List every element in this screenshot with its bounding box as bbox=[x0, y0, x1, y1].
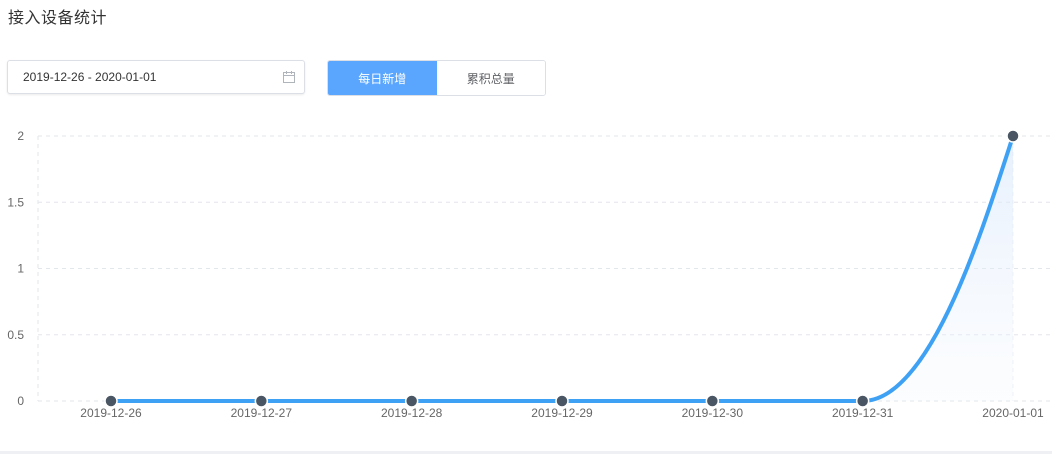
x-tick-label: 2019-12-30 bbox=[682, 406, 744, 420]
x-tick-label: 2019-12-27 bbox=[231, 406, 293, 420]
x-tick-label: 2019-12-29 bbox=[531, 406, 593, 420]
y-tick-label: 2 bbox=[17, 129, 24, 143]
data-point bbox=[705, 394, 720, 408]
data-point bbox=[1006, 129, 1020, 143]
x-tick-label: 2019-12-28 bbox=[381, 406, 443, 420]
date-range-picker[interactable]: 2019-12-26 - 2020-01-01 bbox=[7, 60, 305, 94]
device-chart: 0 0.5 1 1.5 2 2019-12-26 2019-12-27 2019-12-28… bbox=[0, 110, 1052, 454]
line-chart: 0 0.5 1 1.5 2 2019-12-26 2019-12-27 2019-12-28… bbox=[7, 129, 1050, 420]
page-title: 接入设备统计 bbox=[8, 10, 108, 27]
data-point bbox=[404, 394, 419, 408]
calendar-icon[interactable] bbox=[282, 70, 296, 84]
chart-grid bbox=[37, 135, 1050, 402]
daily-new-button[interactable]: 每日新增 bbox=[328, 61, 437, 95]
data-point bbox=[104, 394, 118, 408]
x-tick-label: 2019-12-26 bbox=[80, 406, 142, 420]
y-tick-label: 0 bbox=[17, 394, 24, 408]
y-tick-label: 1.5 bbox=[7, 195, 24, 209]
x-tick-label: 2019-12-31 bbox=[832, 406, 894, 420]
y-tick-label: 1 bbox=[17, 262, 24, 276]
y-axis-labels: 0 0.5 1 1.5 2 bbox=[7, 129, 24, 408]
data-point bbox=[855, 394, 870, 408]
data-point bbox=[254, 394, 269, 408]
y-tick-label: 0.5 bbox=[7, 328, 24, 342]
x-axis-labels: 2019-12-26 2019-12-27 2019-12-28 2019-12-29… bbox=[80, 406, 1044, 420]
x-tick-label: 2020-01-01 bbox=[982, 406, 1044, 420]
cumulative-total-button[interactable]: 累积总量 bbox=[436, 61, 545, 95]
date-range-value: 2019-12-26 - 2020-01-01 bbox=[23, 70, 157, 84]
data-point bbox=[555, 394, 569, 408]
metric-toggle: 每日新增 累积总量 bbox=[327, 60, 546, 96]
